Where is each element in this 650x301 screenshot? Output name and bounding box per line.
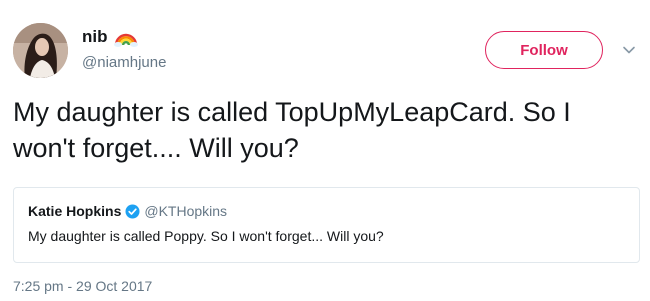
author-display-name[interactable]: nib [82,27,108,47]
quoted-author-handle: @KTHopkins [144,203,228,219]
chevron-down-icon[interactable] [622,43,636,57]
author-handle[interactable]: @niamhjune [82,54,166,71]
rainbow-icon [113,27,138,47]
tweet-text: My daughter is called TopUpMyLeapCard. S… [13,97,571,163]
avatar[interactable] [13,23,68,78]
avatar-photo [13,23,68,78]
tweet-timestamp[interactable]: 7:25 pm - 29 Oct 2017 [13,278,152,294]
follow-button[interactable]: Follow [485,31,603,69]
quoted-tweet[interactable]: Katie Hopkins @KTHopkins My daughter is … [13,187,640,263]
quoted-tweet-text: My daughter is called Poppy. So I won't … [28,228,384,244]
tweet-card: nib @niamhjune Follow My daughter is cal… [0,0,650,301]
author-info: nib @niamhjune [82,26,166,71]
quoted-tweet-header: Katie Hopkins @KTHopkins [28,202,625,220]
verified-badge-icon [125,204,140,219]
display-name-row: nib [82,26,166,48]
quoted-author-name: Katie Hopkins [28,203,122,219]
